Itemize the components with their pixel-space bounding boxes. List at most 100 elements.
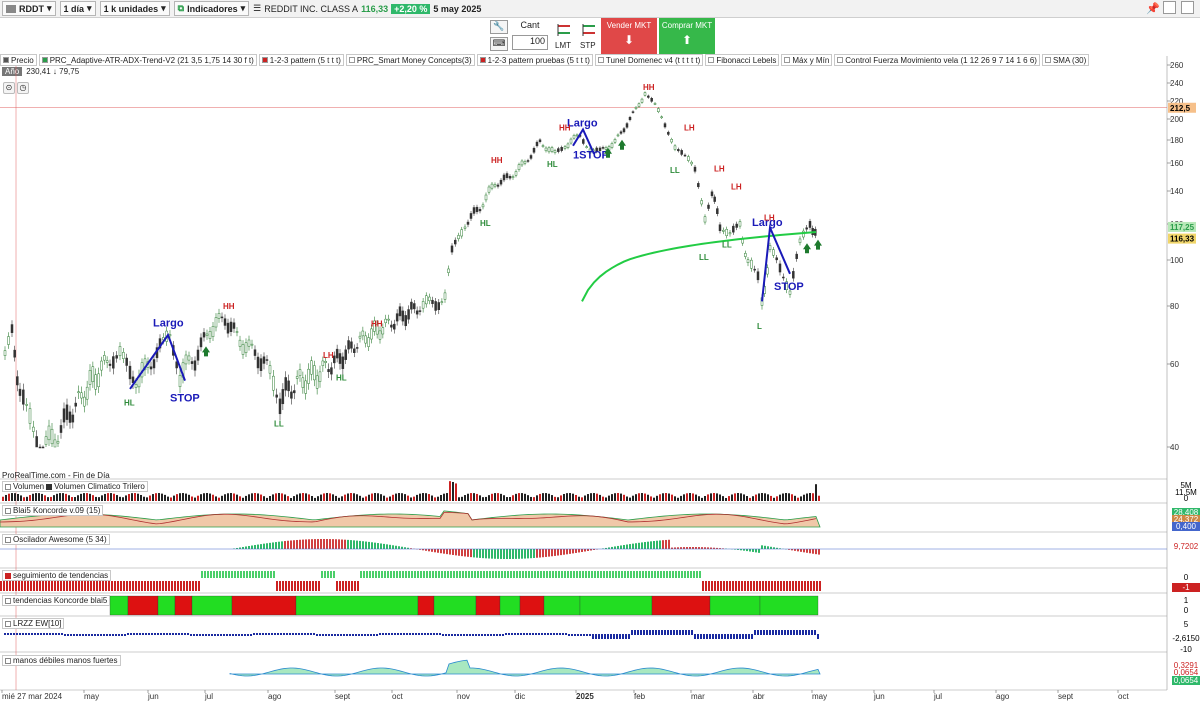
volume-bar [476,493,478,501]
lrzz-bar [145,633,147,635]
lrzz-bar [88,634,90,636]
swing-label-low-3: HL [547,160,558,169]
candle-body [428,296,431,302]
volume-bar [737,493,739,501]
candle-body [301,377,305,388]
trend-stripe [174,581,176,591]
volume-bar [797,497,799,501]
lrzz-bar [706,634,708,639]
trend-stripe [462,571,464,578]
trend-stripe [639,571,641,578]
volume-bar [110,493,112,501]
lrzz-bar [628,634,630,639]
volume-bar [626,496,628,501]
volume-bar [662,493,664,501]
trend-stripe [186,581,188,591]
lrzz-bar [778,630,780,635]
volume-bar [8,493,10,501]
awesome-bar [635,543,637,549]
lrzz-bar [763,630,765,635]
candle-body [229,321,233,333]
candle-body [16,376,19,386]
awesome-bar [317,539,319,549]
lrzz-bar [739,634,741,639]
volume-bar [389,496,391,501]
trend-stripe [681,571,683,578]
volume-bar [167,496,169,501]
volume-bar [593,493,595,501]
lrzz-bar [169,633,171,635]
swing-label-high-2: HH [491,156,503,165]
trend-stripe [297,581,299,591]
volume-bar [527,495,529,501]
trend-stripe [498,571,500,578]
lrzz-bar [142,633,144,635]
chart-canvas[interactable]: 260240220200180160140120100806040212,511… [0,0,1200,701]
awesome-bar [629,544,631,549]
candle-body [772,249,775,256]
candle-body [47,425,51,441]
lrzz-bar [355,634,357,636]
awesome-bar [308,539,310,549]
awesome-bar [683,547,685,549]
trend-stripe [300,581,302,591]
candle-body [440,301,444,303]
awesome-bar [797,549,799,552]
volume-bar [233,493,235,501]
trend-stripe [483,571,485,578]
lrzz-bar [118,634,120,636]
candle-body [469,213,473,219]
lrzz-bar [400,633,402,635]
lrzz-bar [55,633,57,635]
lrzz-bar [241,634,243,636]
trend-stripe [117,581,119,591]
lrzz-bar [313,633,315,635]
price-tick-label: 260 [1170,61,1184,70]
volume-bar [341,496,343,501]
lrzz-bar [346,634,348,636]
trend-stripe [150,581,152,591]
lrzz-bar [556,633,558,635]
lrzz-bar [223,634,225,636]
candle-body [798,238,802,243]
awesome-bar [482,549,484,559]
awesome-bar [281,541,283,549]
volume-bar [284,494,286,501]
trend-stripe [351,581,353,591]
awesome-bar [500,549,502,559]
volume-bar [92,495,94,501]
volume-bar [518,493,520,501]
awesome-bar [389,544,391,549]
candle-body [703,216,707,223]
candle-body [347,340,350,350]
lrzz-bar [796,630,798,635]
trend-stripe [213,571,215,578]
lrzz-bar [478,634,480,636]
trend-stripe [357,581,359,591]
hands-area [229,659,821,677]
awesome-bar [518,549,520,559]
volume-bar [356,494,358,501]
awesome-bar [539,549,541,558]
candle-body [716,208,719,214]
candle-body [193,360,197,371]
candle-body [259,358,263,371]
volume-bar [425,493,427,501]
trend-stripe [597,571,599,578]
awesome-bar [536,549,538,558]
volume-bar [302,493,304,501]
lrzz-bar [397,633,399,635]
candle-body [238,339,242,347]
trend-stripe [108,581,110,591]
trend-stripe [345,581,347,591]
trend-stripe [0,581,2,591]
awesome-bar [647,541,649,549]
candle-body [35,436,38,448]
volume-bar [407,495,409,501]
volume-bar [608,495,610,501]
lrzz-bar [682,630,684,635]
candle-body [585,146,588,148]
lrzz-bar [238,634,240,636]
volume-bar [695,494,697,501]
lrzz-bar [457,634,459,636]
